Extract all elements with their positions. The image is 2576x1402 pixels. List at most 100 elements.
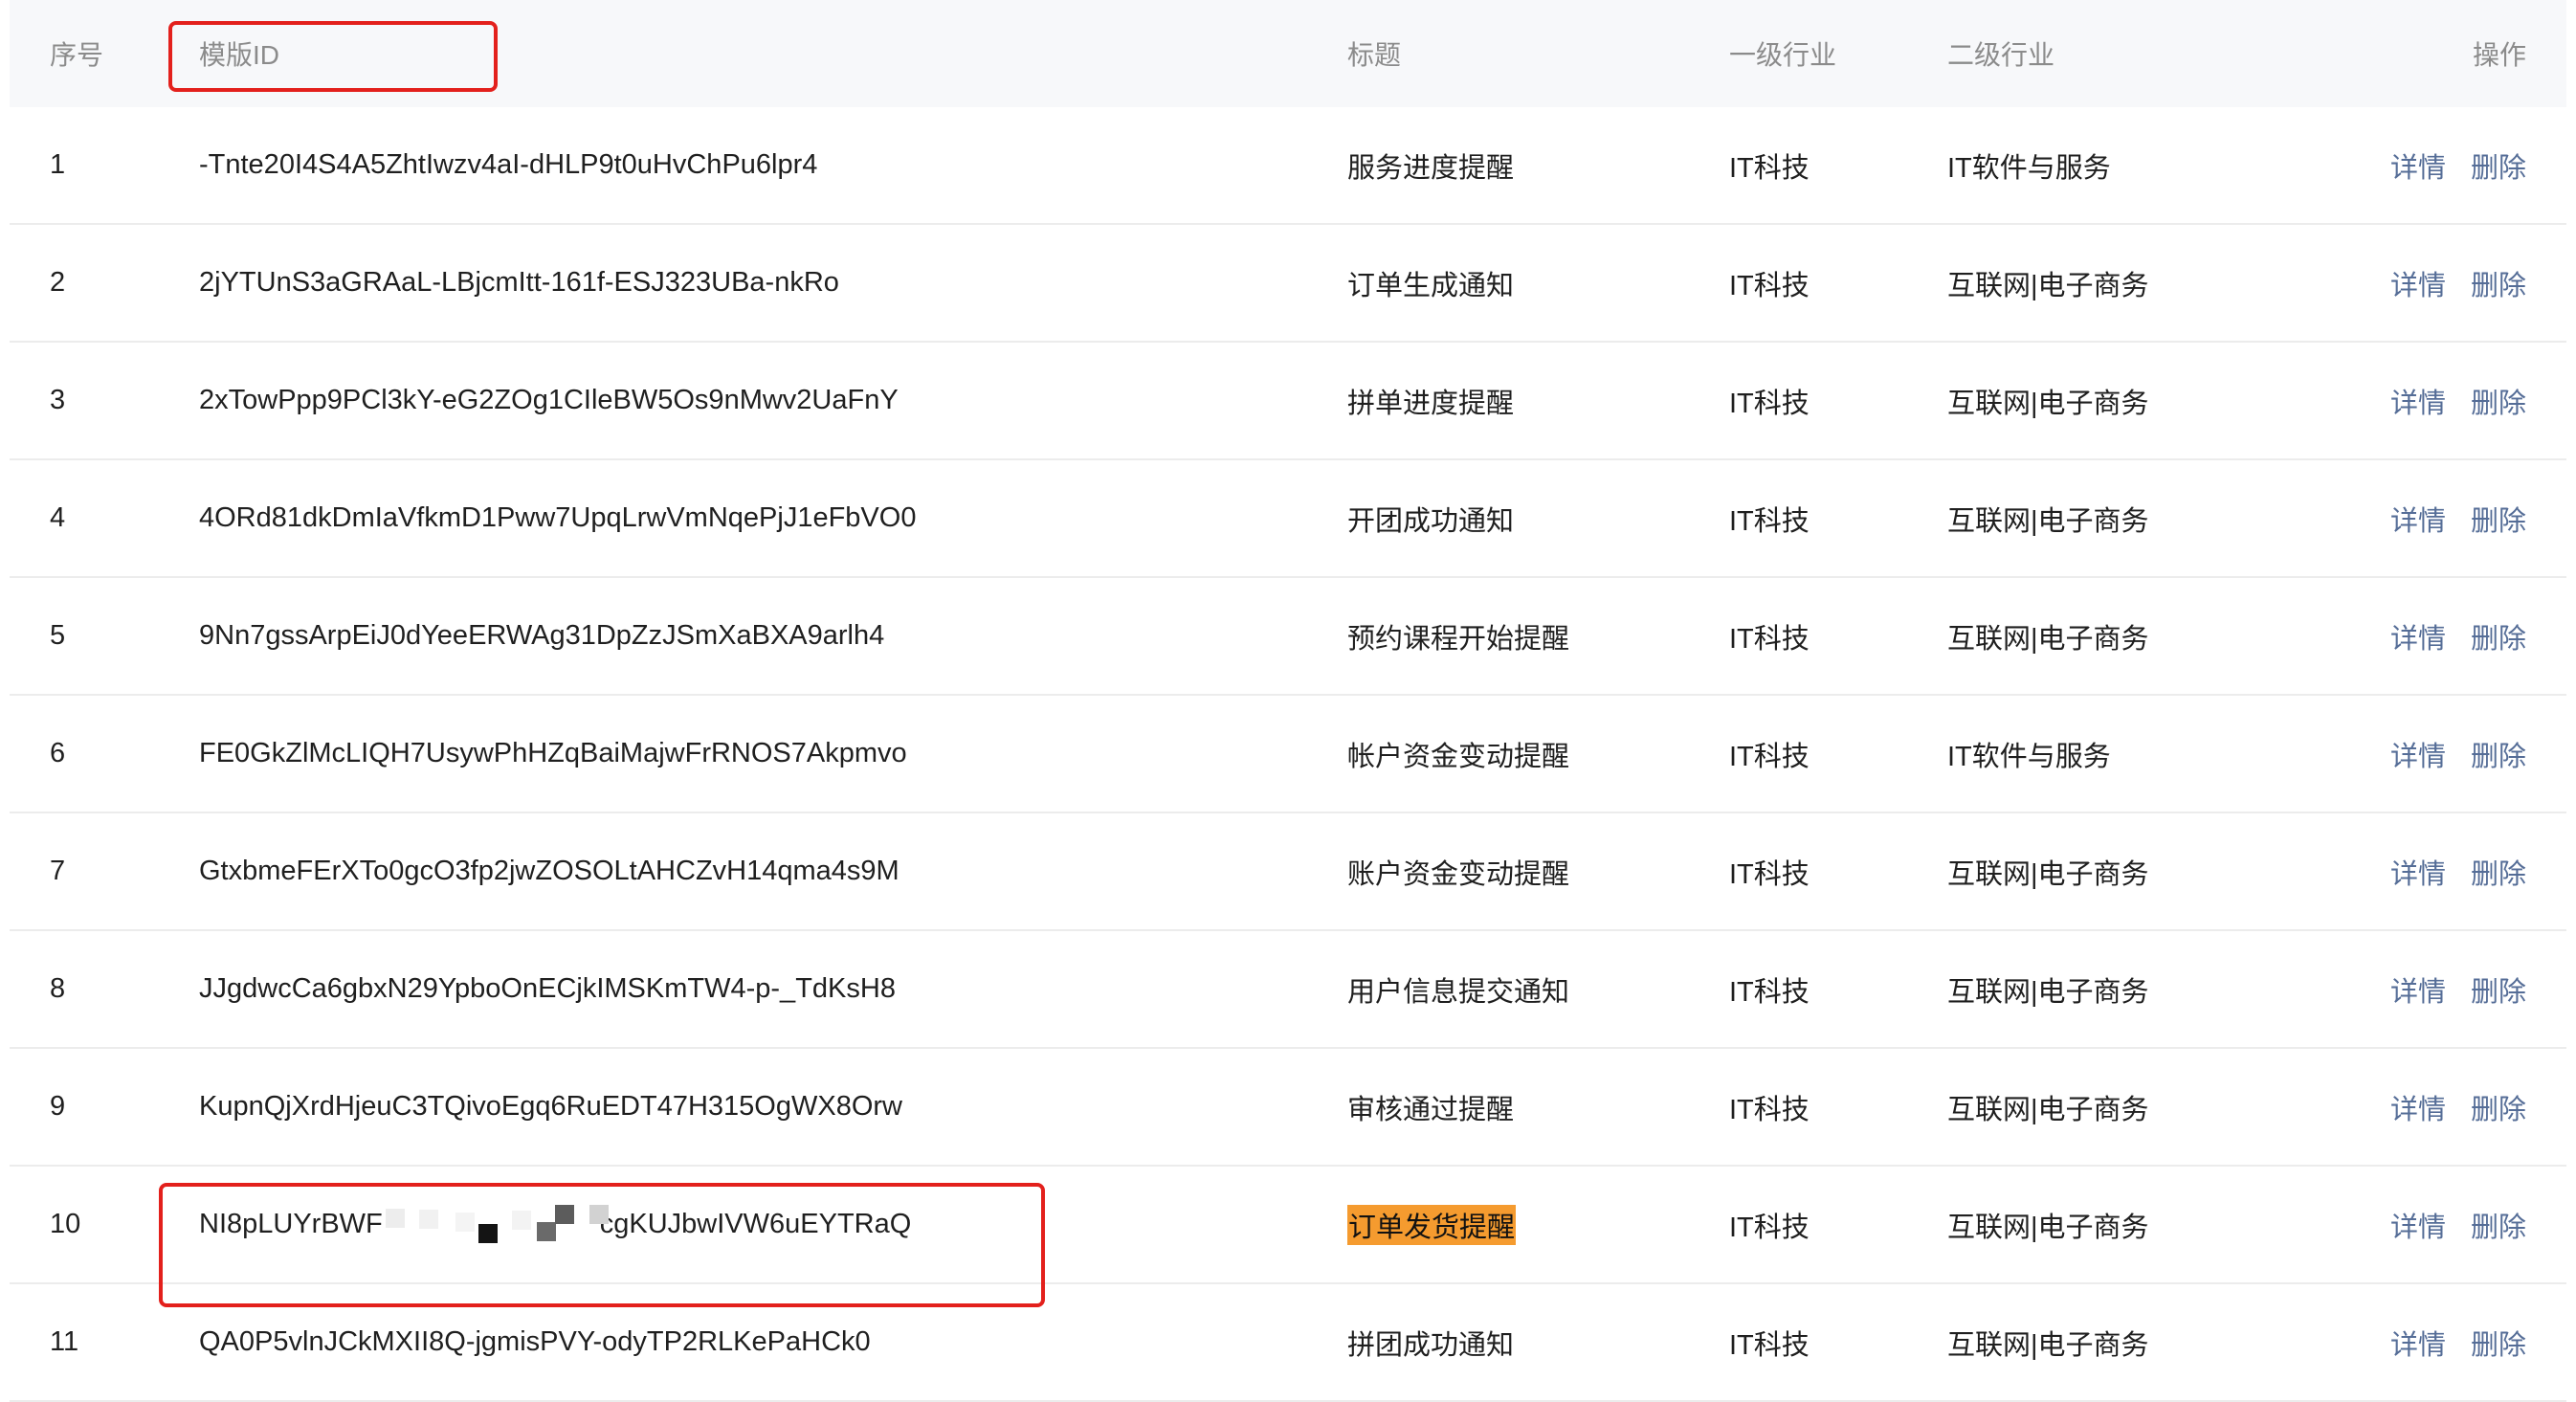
row-title: 用户信息提交通知	[1347, 976, 1570, 1008]
row-operations: 详情 删除	[2390, 1167, 2526, 1282]
header-industry-secondary: 二级行业	[1947, 40, 2055, 70]
row-industry-primary: IT科技	[1729, 1329, 1810, 1361]
table-row: 3 2xTowPpp9PCl3kY-eG2ZOg1CIleBW5Os9nMwv2…	[10, 343, 2566, 460]
delete-link[interactable]: 删除	[2471, 381, 2526, 421]
row-template-id: -Tnte20I4S4A5ZhtIwzv4aI-dHLP9t0uHvChPu6l…	[199, 149, 818, 180]
row-operations: 详情 删除	[2390, 1284, 2526, 1400]
row-template-id: 2xTowPpp9PCl3kY-eG2ZOg1CIleBW5Os9nMwv2Ua…	[199, 385, 899, 415]
detail-link[interactable]: 详情	[2390, 1205, 2446, 1245]
row-industry-primary: IT科技	[1729, 976, 1810, 1008]
row-template-id: QA0P5vlnJCkMXII8Q-jgmisPVY-odyTP2RLKePaH…	[199, 1326, 871, 1357]
header-title: 标题	[1347, 40, 1402, 70]
row-operations: 详情 删除	[2390, 225, 2526, 341]
row-industry-primary: IT科技	[1729, 1094, 1810, 1125]
row-template-id: JJgdwcCa6gbxN29YpboOnECjkIMSKmTW4-p-_TdK…	[199, 973, 896, 1004]
row-no: 6	[50, 738, 66, 768]
row-industry-primary: IT科技	[1729, 152, 1810, 184]
row-title: 开团成功通知	[1347, 505, 1515, 537]
row-no: 3	[50, 385, 66, 415]
delete-link[interactable]: 删除	[2471, 263, 2526, 303]
row-industry-secondary: 互联网|电子商务	[1947, 270, 2149, 301]
row-operations: 详情 删除	[2390, 460, 2526, 576]
delete-link[interactable]: 删除	[2471, 145, 2526, 186]
row-title: 订单发货提醒	[1347, 1167, 1517, 1282]
row-industry-primary: IT科技	[1729, 1212, 1810, 1243]
row-template-id: KupnQjXrdHjeuC3TQivoEgq6RuEDT47H315OgWX8…	[199, 1091, 902, 1122]
delete-link[interactable]: 删除	[2471, 1087, 2526, 1127]
row-title: 账户资金变动提醒	[1347, 858, 1570, 890]
row-no: 11	[50, 1326, 79, 1357]
header-no: 序号	[50, 40, 104, 70]
row-title: 拼单进度提醒	[1347, 388, 1515, 419]
row-no: 5	[50, 620, 66, 651]
detail-link[interactable]: 详情	[2390, 145, 2446, 186]
row-no: 4	[50, 502, 66, 533]
redaction-mask	[383, 1205, 609, 1244]
template-id-start: NI8pLUYrBWF	[199, 1209, 383, 1239]
row-industry-primary: IT科技	[1729, 505, 1810, 537]
row-template-id: 9Nn7gssArpEiJ0dYeeERWAg31DpZzJSmXaBXA9ar…	[199, 620, 885, 651]
row-title: 拼团成功通知	[1347, 1329, 1515, 1361]
header-industry-primary: 一级行业	[1729, 40, 1837, 70]
row-no: 10	[50, 1209, 81, 1239]
delete-link[interactable]: 删除	[2471, 852, 2526, 892]
row-industry-primary: IT科技	[1729, 623, 1810, 655]
table-row: 7 GtxbmeFErXTo0gcO3fp2jwZOSOLtAHCZvH14qm…	[10, 813, 2566, 931]
detail-link[interactable]: 详情	[2390, 1323, 2446, 1363]
row-title: 订单生成通知	[1347, 270, 1515, 301]
table-row: 6 FE0GkZlMcLIQH7UsywPhHZqBaiMajwFrRNOS7A…	[10, 696, 2566, 813]
row-industry-secondary: 互联网|电子商务	[1947, 1212, 2149, 1243]
table-row: 9 KupnQjXrdHjeuC3TQivoEgq6RuEDT47H315OgW…	[10, 1049, 2566, 1167]
row-operations: 详情 删除	[2390, 696, 2526, 812]
row-template-id: GtxbmeFErXTo0gcO3fp2jwZOSOLtAHCZvH14qma4…	[199, 856, 899, 886]
row-operations: 详情 删除	[2390, 1049, 2526, 1165]
table-row: 10 NI8pLUYrBWF cgKUJbwIVW6uEYTRaQ 订单发货提醒 …	[10, 1167, 2566, 1284]
table-row: 8 JJgdwcCa6gbxN29YpboOnECjkIMSKmTW4-p-_T…	[10, 931, 2566, 1049]
header-template-id: 模版ID	[199, 40, 280, 70]
detail-link[interactable]: 详情	[2390, 852, 2446, 892]
delete-link[interactable]: 删除	[2471, 1323, 2526, 1363]
row-industry-secondary: IT软件与服务	[1947, 152, 2111, 184]
row-template-id: NI8pLUYrBWF cgKUJbwIVW6uEYTRaQ	[199, 1167, 911, 1282]
row-title: 审核通过提醒	[1347, 1094, 1515, 1125]
row-title: 帐户资金变动提醒	[1347, 741, 1570, 772]
detail-link[interactable]: 详情	[2390, 616, 2446, 656]
template-id-end: cgKUJbwIVW6uEYTRaQ	[599, 1209, 912, 1239]
row-operations: 详情 删除	[2390, 107, 2526, 223]
row-industry-primary: IT科技	[1729, 858, 1810, 890]
row-operations: 详情 删除	[2390, 813, 2526, 929]
template-table: 序号 模版ID 标题 一级行业 二级行业 操作 1 -Tnte20I4S4A5Z…	[10, 0, 2566, 1402]
highlighted-title: 订单发货提醒	[1347, 1204, 1517, 1245]
row-industry-primary: IT科技	[1729, 270, 1810, 301]
detail-link[interactable]: 详情	[2390, 381, 2446, 421]
row-industry-secondary: 互联网|电子商务	[1947, 858, 2149, 890]
row-title: 服务进度提醒	[1347, 152, 1515, 184]
row-industry-primary: IT科技	[1729, 388, 1810, 419]
delete-link[interactable]: 删除	[2471, 616, 2526, 656]
row-industry-secondary: 互联网|电子商务	[1947, 623, 2149, 655]
table-row: 2 2jYTUnS3aGRAaL-LBjcmItt-161f-ESJ323UBa…	[10, 225, 2566, 343]
detail-link[interactable]: 详情	[2390, 263, 2446, 303]
row-title: 预约课程开始提醒	[1347, 623, 1570, 655]
table-row: 11 QA0P5vlnJCkMXII8Q-jgmisPVY-odyTP2RLKe…	[10, 1284, 2566, 1402]
row-industry-secondary: IT软件与服务	[1947, 741, 2111, 772]
row-operations: 详情 删除	[2390, 931, 2526, 1047]
row-template-id: 2jYTUnS3aGRAaL-LBjcmItt-161f-ESJ323UBa-n…	[199, 267, 839, 298]
row-industry-secondary: 互联网|电子商务	[1947, 976, 2149, 1008]
row-industry-secondary: 互联网|电子商务	[1947, 1329, 2149, 1361]
delete-link[interactable]: 删除	[2471, 499, 2526, 539]
detail-link[interactable]: 详情	[2390, 499, 2446, 539]
detail-link[interactable]: 详情	[2390, 1087, 2446, 1127]
delete-link[interactable]: 删除	[2471, 1205, 2526, 1245]
delete-link[interactable]: 删除	[2471, 734, 2526, 774]
header-operations: 操作	[2472, 40, 2526, 70]
row-operations: 详情 删除	[2390, 343, 2526, 458]
row-template-id: FE0GkZlMcLIQH7UsywPhHZqBaiMajwFrRNOS7Akp…	[199, 738, 907, 768]
table-header: 序号 模版ID 标题 一级行业 二级行业 操作	[10, 0, 2566, 107]
table-row: 1 -Tnte20I4S4A5ZhtIwzv4aI-dHLP9t0uHvChPu…	[10, 107, 2566, 225]
row-no: 8	[50, 973, 66, 1004]
detail-link[interactable]: 详情	[2390, 734, 2446, 774]
detail-link[interactable]: 详情	[2390, 969, 2446, 1010]
delete-link[interactable]: 删除	[2471, 969, 2526, 1010]
row-no: 7	[50, 856, 66, 886]
